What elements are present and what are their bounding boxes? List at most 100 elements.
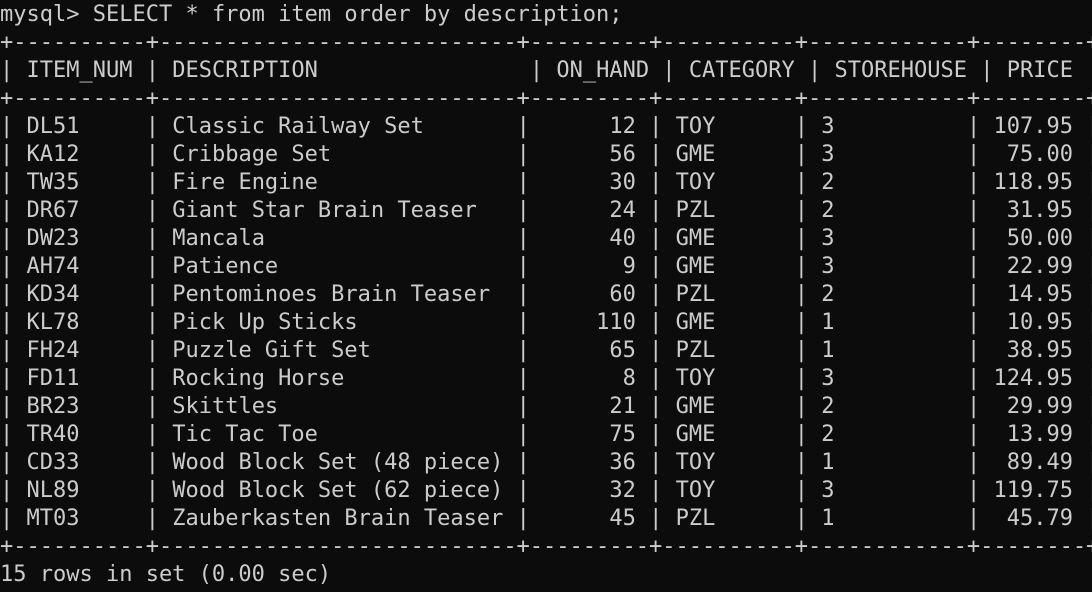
cell-price: 29.99 <box>993 394 1073 419</box>
cell-on-hand: 110 <box>543 310 636 335</box>
cell-item-num: AH74 <box>26 254 133 279</box>
cell-category: GME <box>675 310 782 335</box>
cell-item-num: CD33 <box>26 450 133 475</box>
cell-price: 75.00 <box>993 142 1073 167</box>
table-row: | TR40 | Tic Tac Toe | 75 | GME | 2 | 13… <box>0 422 1092 447</box>
cell-description: Tic Tac Toe <box>172 422 504 447</box>
table-row: | DR67 | Giant Star Brain Teaser | 24 | … <box>0 198 1092 223</box>
cell-description: Giant Star Brain Teaser <box>172 198 504 223</box>
table-row: | NL89 | Wood Block Set (62 piece) | 32 … <box>0 478 1092 503</box>
cell-on-hand: 45 <box>543 506 636 531</box>
cell-category: TOY <box>675 366 782 391</box>
cell-price: 13.99 <box>993 422 1073 447</box>
cell-storehouse: 2 <box>821 422 954 447</box>
cell-category: GME <box>675 226 782 251</box>
cell-on-hand: 56 <box>543 142 636 167</box>
table-row: | KL78 | Pick Up Sticks | 110 | GME | 1 … <box>0 310 1092 335</box>
cell-description: Rocking Horse <box>172 366 504 391</box>
table-row: | DW23 | Mancala | 40 | GME | 3 | 50.00 … <box>0 226 1092 251</box>
table-row: | DL51 | Classic Railway Set | 12 | TOY … <box>0 114 1092 139</box>
cell-storehouse: 1 <box>821 450 954 475</box>
cell-description: Cribbage Set <box>172 142 504 167</box>
table-row: | TW35 | Fire Engine | 30 | TOY | 2 | 11… <box>0 170 1092 195</box>
cell-description: Patience <box>172 254 504 279</box>
cell-price: 107.95 <box>993 114 1073 139</box>
cell-item-num: NL89 <box>26 478 133 503</box>
cell-storehouse: 1 <box>821 338 954 363</box>
cell-category: PZL <box>675 198 782 223</box>
cell-on-hand: 60 <box>543 282 636 307</box>
cell-on-hand: 36 <box>543 450 636 475</box>
cell-on-hand: 65 <box>543 338 636 363</box>
cell-storehouse: 3 <box>821 142 954 167</box>
header-price: PRICE <box>1006 58 1073 83</box>
cell-item-num: KL78 <box>26 310 133 335</box>
table-row: | CD33 | Wood Block Set (48 piece) | 36 … <box>0 450 1092 475</box>
cell-item-num: DW23 <box>26 226 133 251</box>
table-row: | MT03 | Zauberkasten Brain Teaser | 45 … <box>0 506 1092 531</box>
table-body: | DL51 | Classic Railway Set | 12 | TOY … <box>0 113 1092 533</box>
cell-description: Pentominoes Brain Teaser <box>172 282 504 307</box>
cell-item-num: MT03 <box>26 506 133 531</box>
cell-storehouse: 3 <box>821 478 954 503</box>
command-line: mysql> SELECT * from item order by descr… <box>0 1 1092 29</box>
header-description: DESCRIPTION <box>172 58 318 83</box>
cell-price: 31.95 <box>993 198 1073 223</box>
cell-item-num: TW35 <box>26 170 133 195</box>
cell-item-num: KA12 <box>26 142 133 167</box>
cell-description: Puzzle Gift Set <box>172 338 504 363</box>
cell-price: 45.79 <box>993 506 1073 531</box>
cell-storehouse: 2 <box>821 170 954 195</box>
cell-on-hand: 12 <box>543 114 636 139</box>
cell-description: Wood Block Set (48 piece) <box>172 450 504 475</box>
table-row: | AH74 | Patience | 9 | GME | 3 | 22.99 … <box>0 254 1092 279</box>
cell-price: 89.49 <box>993 450 1073 475</box>
cell-description: Pick Up Sticks <box>172 310 504 335</box>
cell-price: 118.95 <box>993 170 1073 195</box>
cell-item-num: BR23 <box>26 394 133 419</box>
cell-category: GME <box>675 394 782 419</box>
table-border-top: +----------+---------------------------+… <box>0 30 1092 55</box>
header-item-num: ITEM_NUM <box>26 58 133 83</box>
cell-category: TOY <box>675 114 782 139</box>
cell-description: Fire Engine <box>172 170 504 195</box>
cell-category: PZL <box>675 282 782 307</box>
cell-price: 38.95 <box>993 338 1073 363</box>
cell-description: Classic Railway Set <box>172 114 504 139</box>
cell-category: TOY <box>675 170 782 195</box>
cell-category: TOY <box>675 478 782 503</box>
cell-price: 124.95 <box>993 366 1073 391</box>
cell-category: GME <box>675 254 782 279</box>
cell-on-hand: 8 <box>543 366 636 391</box>
cell-price: 119.75 <box>993 478 1073 503</box>
cell-storehouse: 1 <box>821 506 954 531</box>
cell-price: 22.99 <box>993 254 1073 279</box>
cell-category: PZL <box>675 506 782 531</box>
cell-on-hand: 75 <box>543 422 636 447</box>
cell-on-hand: 9 <box>543 254 636 279</box>
table-row: | KA12 | Cribbage Set | 56 | GME | 3 | 7… <box>0 142 1092 167</box>
cell-on-hand: 21 <box>543 394 636 419</box>
terminal-window[interactable]: mysql> SELECT * from item order by descr… <box>0 0 1092 592</box>
cell-storehouse: 2 <box>821 394 954 419</box>
cell-item-num: DR67 <box>26 198 133 223</box>
table-row: | FH24 | Puzzle Gift Set | 65 | PZL | 1 … <box>0 338 1092 363</box>
cell-item-num: FD11 <box>26 366 133 391</box>
cell-storehouse: 3 <box>821 114 954 139</box>
cell-description: Zauberkasten Brain Teaser <box>172 506 504 531</box>
cell-storehouse: 3 <box>821 366 954 391</box>
table-row: | FD11 | Rocking Horse | 8 | TOY | 3 | 1… <box>0 366 1092 391</box>
result-summary: 15 rows in set (0.00 sec) <box>0 562 332 587</box>
cell-storehouse: 1 <box>821 310 954 335</box>
table-row: | KD34 | Pentominoes Brain Teaser | 60 |… <box>0 282 1092 307</box>
header-on-hand: ON_HAND <box>556 58 650 83</box>
cell-price: 50.00 <box>993 226 1073 251</box>
cell-category: GME <box>675 422 782 447</box>
cell-category: GME <box>675 142 782 167</box>
cell-storehouse: 2 <box>821 198 954 223</box>
cell-price: 14.95 <box>993 282 1073 307</box>
cell-storehouse: 3 <box>821 254 954 279</box>
cell-item-num: KD34 <box>26 282 133 307</box>
cell-on-hand: 40 <box>543 226 636 251</box>
table-border-header: +----------+---------------------------+… <box>0 86 1092 111</box>
